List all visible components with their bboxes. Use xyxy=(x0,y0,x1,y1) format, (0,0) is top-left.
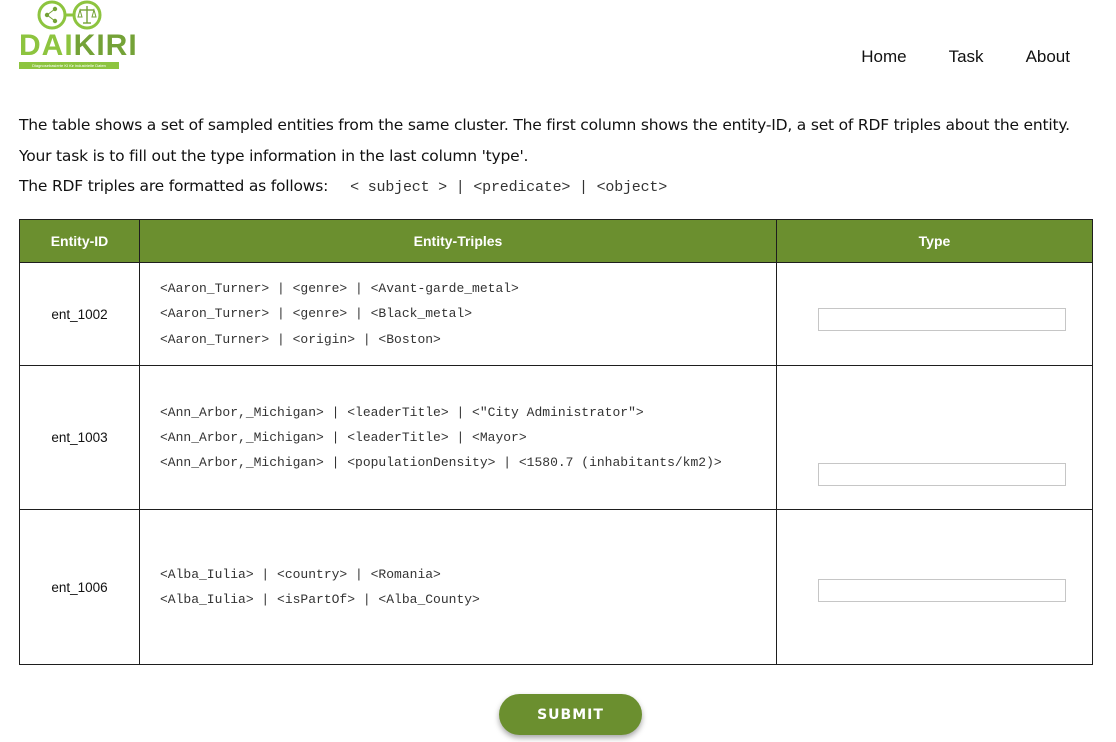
nav-task-link[interactable]: Task xyxy=(949,47,984,67)
nav-about-link[interactable]: About xyxy=(1026,47,1070,67)
header-type: Type xyxy=(776,219,1093,263)
logo-circles-icon xyxy=(37,0,102,30)
table-row: ent_1002 <Aaron_Turner> | <genre> | <Ava… xyxy=(19,262,1093,366)
triple-line: <Alba_Iulia> | <country> | <Romania> xyxy=(160,566,441,582)
daikiri-logo: DAIKIRI Diagnosebasierte KI für industri… xyxy=(19,0,137,72)
triple-line: <Alba_Iulia> | <isPartOf> | <Alba_County… xyxy=(160,592,480,607)
instruction-line-3: The RDF triples are formatted as follows… xyxy=(19,175,1099,206)
submit-button[interactable]: SUBMIT xyxy=(499,694,642,735)
triple-line: <Aaron_Turner> | <genre> | <Black_metal> xyxy=(160,306,473,322)
task-instructions: The table shows a set of sampled entitie… xyxy=(19,114,1099,206)
triple-line: <Ann_Arbor,_Michigan> | <leaderTitle> | … xyxy=(160,404,644,420)
header-entity-id: Entity-ID xyxy=(19,219,140,263)
type-input[interactable] xyxy=(818,463,1066,486)
type-input[interactable] xyxy=(818,579,1066,602)
instruction-line-2: Your task is to fill out the type inform… xyxy=(19,146,529,165)
type-cell xyxy=(776,509,1093,665)
type-input[interactable] xyxy=(818,308,1066,331)
entity-table: Entity-ID Entity-Triples Type ent_1002 <… xyxy=(19,219,1093,665)
type-cell xyxy=(776,262,1093,366)
entity-id-cell: ent_1006 xyxy=(19,509,140,665)
triples-cell: <Alba_Iulia> | <country> | <Romania> <Al… xyxy=(139,509,777,665)
nav-home-link[interactable]: Home xyxy=(861,47,906,67)
logo-tagline: Diagnosebasierte KI für industrielle Dat… xyxy=(19,62,119,69)
header-entity-triples: Entity-Triples xyxy=(139,219,777,263)
triples-cell: <Ann_Arbor,_Michigan> | <leaderTitle> | … xyxy=(139,365,777,510)
top-nav: Home Task About xyxy=(819,47,1070,67)
triple-line: <Aaron_Turner> | <origin> | <Boston> xyxy=(160,331,441,347)
entity-id-cell: ent_1003 xyxy=(19,365,140,510)
triple-format: < subject > | <predicate> | <object> xyxy=(350,179,668,196)
table-row: ent_1003 <Ann_Arbor,_Michigan> | <leader… xyxy=(19,365,1093,510)
triple-line: <Aaron_Turner> | <genre> | <Avant-garde_… xyxy=(160,281,519,297)
triple-line: <Ann_Arbor,_Michigan> | <leaderTitle> | … xyxy=(160,429,527,445)
instruction-line-1: The table shows a set of sampled entitie… xyxy=(19,116,1070,134)
table-header-row: Entity-ID Entity-Triples Type xyxy=(19,219,1093,263)
triples-cell: <Aaron_Turner> | <genre> | <Avant-garde_… xyxy=(139,262,777,366)
logo-text-part1: DAI xyxy=(19,29,74,62)
logo-wordmark: DAIKIRI xyxy=(19,30,138,62)
type-cell xyxy=(776,365,1093,510)
entity-id-cell: ent_1002 xyxy=(19,262,140,366)
format-intro-text: The RDF triples are formatted as follows… xyxy=(19,177,329,195)
triple-line: <Ann_Arbor,_Michigan> | <populationDensi… xyxy=(160,455,722,471)
table-row: ent_1006 <Alba_Iulia> | <country> | <Rom… xyxy=(19,509,1093,665)
logo-text-part2: KIRI xyxy=(73,29,138,62)
